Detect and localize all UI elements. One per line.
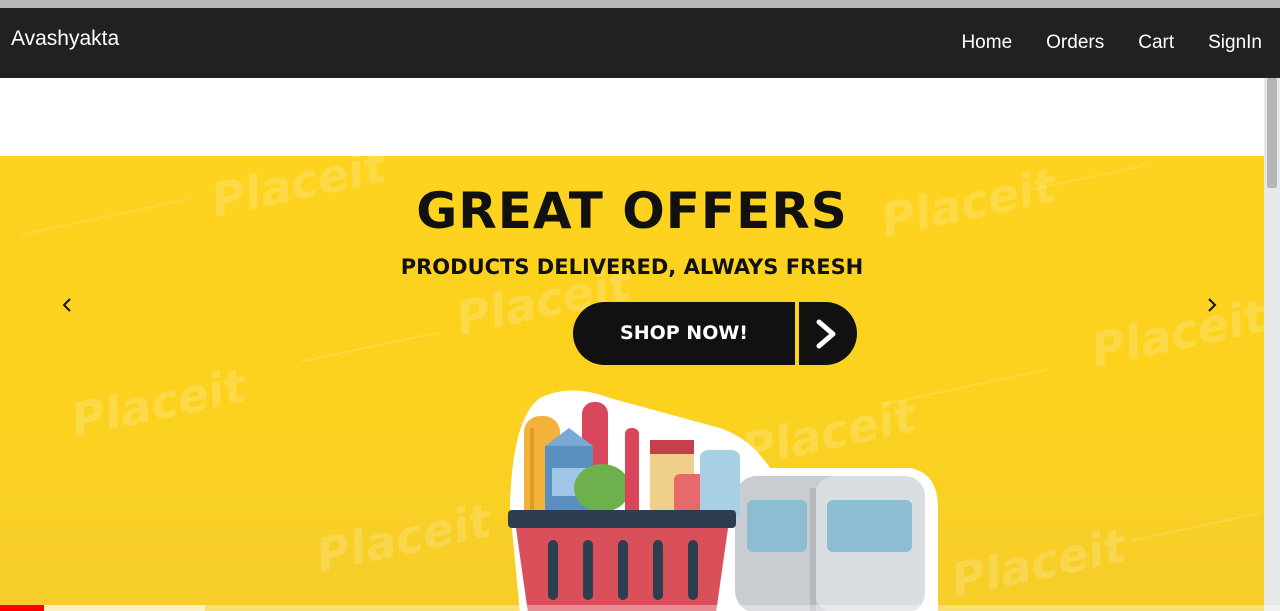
- carousel-next-button[interactable]: [1206, 293, 1218, 319]
- nav-orders-link[interactable]: Orders: [1046, 32, 1104, 54]
- nav-home-link[interactable]: Home: [961, 32, 1012, 54]
- video-played-bar: [0, 605, 44, 611]
- watermark-line: [301, 331, 439, 363]
- navbar: Avashyakta Home Orders Cart SignIn: [0, 8, 1280, 78]
- watermark-text: Placeit: [1086, 288, 1264, 378]
- browser-top-strip: [0, 0, 1280, 8]
- shop-now-label: SHOP NOW!: [620, 322, 748, 344]
- banner-headline: GREAT OFFERS: [416, 182, 848, 240]
- chevron-left-icon: [62, 298, 71, 312]
- watermark-line: [1131, 512, 1259, 542]
- chevron-right-icon: [1208, 298, 1217, 312]
- scrollbar-thumb[interactable]: [1267, 78, 1277, 188]
- banner-subheadline: PRODUCTS DELIVERED, ALWAYS FRESH: [400, 255, 864, 279]
- grocery-delivery-illustration: [508, 390, 938, 611]
- watermark-text: Placeit: [946, 518, 1131, 608]
- shop-now-divider: [795, 302, 799, 365]
- arrow-right-icon: [816, 319, 836, 349]
- nav-links: Home Orders Cart SignIn: [961, 32, 1262, 54]
- watermark-text: Placeit: [66, 358, 251, 448]
- watermark-text: Placeit: [311, 493, 496, 583]
- spacer: [0, 78, 1264, 156]
- video-progress-bar[interactable]: [0, 605, 1280, 611]
- nav-cart-link[interactable]: Cart: [1138, 32, 1174, 54]
- carousel-banner: Placeit Placeit Placeit Placeit Placeit …: [0, 156, 1264, 611]
- carousel-prev-button[interactable]: [61, 293, 73, 319]
- brand-logo[interactable]: Avashyakta: [11, 27, 119, 51]
- nav-signin-link[interactable]: SignIn: [1208, 32, 1262, 54]
- shop-now-button[interactable]: SHOP NOW!: [573, 302, 857, 365]
